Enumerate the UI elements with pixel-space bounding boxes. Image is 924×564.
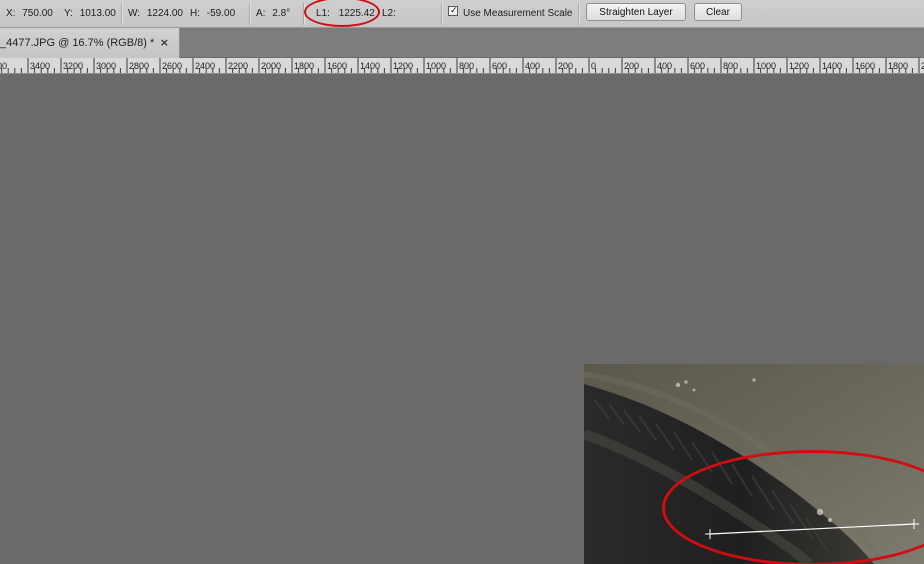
document-tabs-bar: _4477.JPG @ 16.7% (RGB/8) * × (0, 28, 924, 58)
ruler-tick-label: 400 (525, 61, 540, 71)
options-separator (578, 3, 579, 25)
h-label: H: (190, 8, 200, 19)
ruler-tick-label: 600 (690, 61, 705, 71)
ruler-tick-label: 1400 (360, 61, 380, 71)
options-separator (441, 3, 442, 25)
l2-field: L2: (382, 7, 396, 21)
ruler-tick-label: 1000 (426, 61, 446, 71)
l2-label: L2: (382, 8, 396, 19)
ruler-tick-label: 0 (591, 61, 596, 71)
h-field: H: -59.00 (190, 7, 235, 21)
document-photo[interactable] (584, 364, 924, 564)
ruler-tick-label: 1600 (855, 61, 875, 71)
ruler-tick-label: 2000 (261, 61, 281, 71)
y-value: 1013.00 (79, 8, 116, 19)
ruler-tick-label: 3000 (96, 61, 116, 71)
document-tab[interactable]: _4477.JPG @ 16.7% (RGB/8) * × (0, 28, 180, 58)
ruler-tool-options-bar: X: 750.00 Y: 1013.00 W: 1224.00 H: -59.0… (0, 0, 924, 28)
options-separator (249, 3, 250, 25)
ruler-tick-label: 1200 (393, 61, 413, 71)
ruler-tick-label: 600 (492, 61, 507, 71)
angle-field: A: 2.8° (256, 7, 290, 21)
options-separator (303, 3, 304, 25)
ruler-svg: 0034003200300028002600240022002000180016… (0, 58, 924, 73)
ruler-tick-label: 00 (0, 61, 7, 71)
use-measurement-scale-checkbox[interactable]: ✓ (448, 6, 458, 16)
options-separator (121, 3, 122, 25)
y-field: Y: 1013.00 (64, 7, 116, 21)
ruler-ticks: 0034003200300028002600240022002000180016… (0, 58, 924, 73)
h-value: -59.00 (206, 8, 236, 19)
l1-label: L1: (316, 8, 330, 19)
ruler-tick-label: 200 (558, 61, 573, 71)
angle-value: 2.8° (272, 8, 291, 19)
ruler-tick-label: 1800 (294, 61, 314, 71)
l1-field: L1: 1225.42 (316, 7, 375, 21)
y-label: Y: (64, 8, 73, 19)
clear-button[interactable]: Clear (694, 3, 742, 21)
ruler-tick-label: 1800 (888, 61, 908, 71)
straighten-layer-button[interactable]: Straighten Layer (586, 3, 686, 21)
w-label: W: (128, 8, 141, 19)
l1-value: 1225.42 (338, 8, 375, 19)
use-measurement-scale-label[interactable]: Use Measurement Scale (463, 8, 573, 19)
ruler-tick-label: 2200 (228, 61, 248, 71)
x-field: X: 750.00 (6, 7, 53, 21)
x-label: X: (6, 8, 16, 19)
ruler-tick-label: 2800 (129, 61, 149, 71)
ruler-tick-label: 200 (624, 61, 639, 71)
check-icon: ✓ (450, 6, 458, 16)
ruler-tick-label: 3200 (63, 61, 83, 71)
x-value: 750.00 (22, 8, 53, 19)
horizontal-ruler: 0034003200300028002600240022002000180016… (0, 58, 924, 74)
ruler-tick-label: 3400 (30, 61, 50, 71)
angle-label: A: (256, 8, 266, 19)
document-tab-title: _4477.JPG @ 16.7% (RGB/8) * (0, 37, 155, 49)
ruler-tick-label: 800 (459, 61, 474, 71)
tire-photo-svg (584, 364, 924, 564)
w-field: W: 1224.00 (128, 7, 183, 21)
ruler-tick-label: 1200 (789, 61, 809, 71)
ruler-tick-label: 400 (657, 61, 672, 71)
ruler-tick-label: 2400 (195, 61, 215, 71)
ruler-tick-label: 1000 (756, 61, 776, 71)
photoshop-window: X: 750.00 Y: 1013.00 W: 1224.00 H: -59.0… (0, 0, 924, 564)
w-value: 1224.00 (146, 8, 183, 19)
ruler-tick-label: 800 (723, 61, 738, 71)
ruler-tick-label: 1600 (327, 61, 347, 71)
use-measurement-scale-field: Use Measurement Scale (463, 7, 573, 21)
close-icon[interactable]: × (160, 28, 169, 58)
ruler-tick-label: 2600 (162, 61, 182, 71)
ruler-tick-label: 1400 (822, 61, 842, 71)
